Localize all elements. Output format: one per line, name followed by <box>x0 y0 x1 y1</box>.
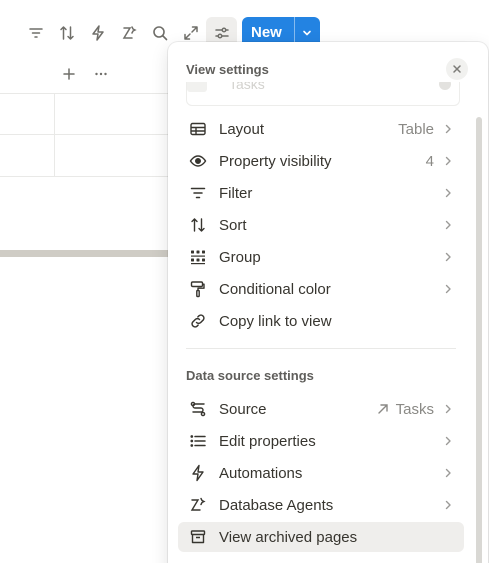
table-border <box>0 134 170 135</box>
close-icon <box>453 65 461 73</box>
chevron-right-icon <box>442 283 454 295</box>
menu-item-automations[interactable]: Automations <box>178 458 464 488</box>
table-column-divider <box>54 93 55 177</box>
menu-item-label: Conditional color <box>219 280 331 298</box>
automation-icon <box>188 463 208 483</box>
menu-item-copy-link[interactable]: Copy link to view <box>178 306 464 336</box>
sort-icon <box>188 215 208 235</box>
menu-item-sort[interactable]: Sort <box>178 210 464 240</box>
view-name-value: Tasks <box>229 82 265 92</box>
eye-icon <box>188 151 208 171</box>
menu-item-label: Sort <box>219 216 247 234</box>
chevron-right-icon <box>442 251 454 263</box>
chevron-right-icon <box>442 467 454 479</box>
menu-item-filter[interactable]: Filter <box>178 178 464 208</box>
column-actions <box>58 62 112 86</box>
menu-item-edit-properties[interactable]: Edit properties <box>178 426 464 456</box>
menu-item-label: Layout <box>219 120 265 138</box>
group-icon <box>188 247 208 267</box>
menu-item-value: Tasks <box>376 401 434 418</box>
menu-item-value: 4 <box>425 152 434 170</box>
more-icon[interactable] <box>90 62 112 86</box>
arrow-up-right-icon <box>377 404 388 414</box>
chevron-right-icon <box>442 155 454 167</box>
menu-item-layout[interactable]: Layout Table <box>178 114 464 144</box>
table-icon <box>188 119 208 139</box>
close-button[interactable] <box>446 58 468 80</box>
menu-item-view-archived[interactable]: View archived pages <box>178 522 464 552</box>
source-name: Tasks <box>395 400 434 418</box>
menu-item-label: Automations <box>219 464 303 482</box>
menu-item-label: Edit properties <box>219 432 316 450</box>
view-name-input[interactable]: Tasks <box>186 82 460 106</box>
plus-icon[interactable] <box>58 62 80 86</box>
link-icon <box>188 311 208 331</box>
menu-item-conditional-color[interactable]: Conditional color <box>178 274 464 304</box>
menu-item-source[interactable]: Source Tasks <box>178 394 464 424</box>
chevron-right-icon <box>442 435 454 447</box>
archive-icon <box>188 527 208 547</box>
chevron-right-icon <box>442 123 454 135</box>
chevron-right-icon <box>442 219 454 231</box>
horizontal-scrollbar[interactable] <box>0 250 170 257</box>
menu-item-label: Property visibility <box>219 152 332 170</box>
agent-icon <box>188 495 208 515</box>
filter-icon <box>188 183 208 203</box>
chevron-right-icon <box>442 187 454 199</box>
list-icon <box>188 431 208 451</box>
menu-item-label: Filter <box>219 184 253 202</box>
sort-icon[interactable] <box>51 17 82 49</box>
menu-item-label: Copy link to view <box>219 312 332 330</box>
menu-item-label: Database Agents <box>219 496 334 514</box>
filter-icon[interactable] <box>20 17 51 49</box>
chevron-down-icon <box>303 30 312 35</box>
vertical-scrollbar[interactable] <box>476 117 482 563</box>
menu-item-group[interactable]: Group <box>178 242 464 272</box>
menu-item-database-agents[interactable]: Database Agents <box>178 490 464 520</box>
chevron-right-icon <box>442 403 454 415</box>
section-divider <box>186 348 456 349</box>
menu-item-label: View archived pages <box>219 528 358 546</box>
automation-icon[interactable] <box>82 17 113 49</box>
paint-roller-icon <box>188 279 208 299</box>
chevron-right-icon <box>442 499 454 511</box>
view-settings-title: View settings <box>186 62 269 77</box>
menu-item-value: Table <box>398 120 434 138</box>
table-border <box>0 176 170 177</box>
menu-item-label: Group <box>219 248 261 266</box>
table-border <box>0 93 170 94</box>
clear-icon[interactable] <box>439 82 451 90</box>
data-source-settings-title: Data source settings <box>186 368 314 383</box>
source-icon <box>188 399 208 419</box>
view-settings-panel: View settings Tasks Layout Table Propert… <box>168 42 488 563</box>
menu-item-label: Source <box>219 400 267 418</box>
agent-icon[interactable] <box>113 17 144 49</box>
app-root: New View settings Tasks Layout Table Pro… <box>0 0 489 563</box>
menu-item-property-visibility[interactable]: Property visibility 4 <box>178 146 464 176</box>
view-icon <box>187 82 207 92</box>
